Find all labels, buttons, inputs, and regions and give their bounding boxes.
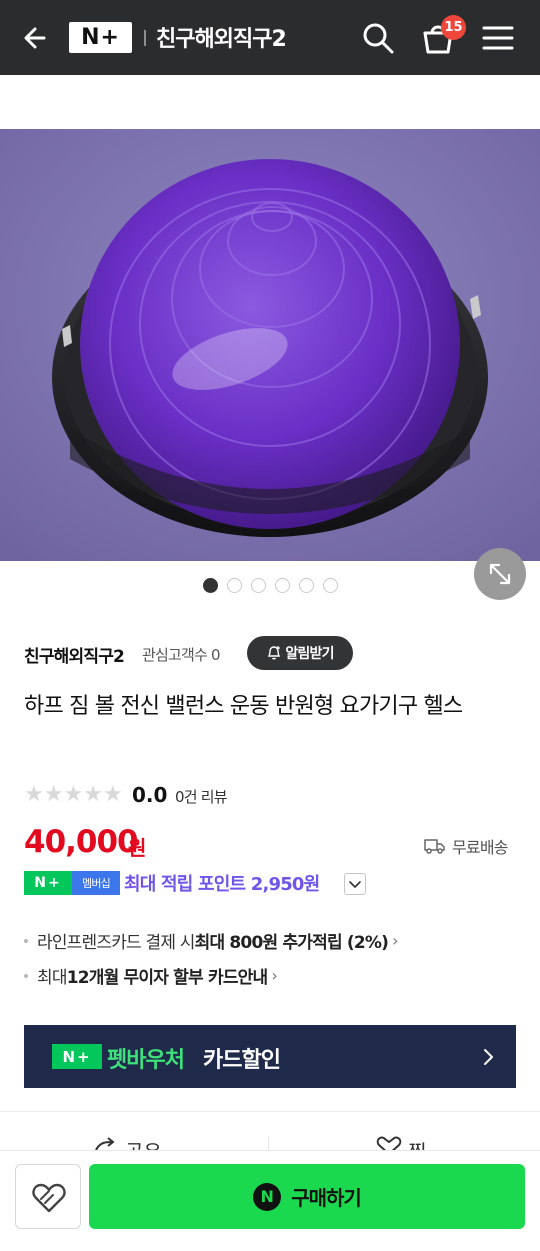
bell-plus-icon — [268, 646, 281, 660]
star-icon: ★ — [83, 782, 103, 807]
product-price: 40,000 — [24, 824, 139, 860]
alarm-label: 알림받기 — [285, 646, 334, 662]
store-title[interactable]: 친구해외직구2 — [156, 21, 287, 53]
benefit-text: 라인프렌즈카드 결제 시 — [37, 933, 195, 953]
benefit-highlight: 최대 800원 추가적립 (2%) — [194, 933, 389, 953]
shipping-label: 무료배송 — [452, 838, 508, 857]
product-image[interactable] — [0, 129, 540, 561]
buy-label: 구매하기 — [291, 1186, 362, 1210]
card-benefit-item[interactable]: 라인프렌즈카드 결제 시 최대 800원 추가적립 (2%) › — [24, 928, 398, 953]
follower-count: 관심고객수 0 — [142, 646, 221, 664]
max-points: 최대 적립 포인트 2,950원 — [124, 874, 320, 895]
naver-pay-icon: N — [253, 1182, 282, 1211]
top-navigation-bar: N+ 친구해외직구2 15 — [0, 0, 540, 75]
chevron-right-icon — [484, 1049, 493, 1065]
chevron-right-icon: › — [392, 931, 398, 950]
title-divider — [144, 30, 146, 46]
balance-ball-illustration — [0, 129, 540, 561]
voucher-label: 카드할인 — [203, 1048, 281, 1073]
pagination-dot-2[interactable] — [226, 578, 242, 593]
chevron-right-icon: › — [271, 966, 277, 985]
heart-icon — [32, 1183, 66, 1213]
np-logo: N+ — [52, 1044, 102, 1069]
bullet — [24, 938, 28, 943]
points-details-toggle[interactable] — [344, 873, 366, 895]
store-name[interactable]: 친구해외직구2 — [24, 642, 125, 667]
np-logo: N+ — [24, 871, 72, 895]
notification-subscribe-button[interactable]: 알림받기 — [247, 636, 353, 670]
pet-voucher-banner[interactable]: N+ 펫바우처 카드할인 — [24, 1025, 516, 1088]
search-icon[interactable] — [360, 20, 396, 56]
pagination-dot-4[interactable] — [274, 578, 290, 593]
benefit-highlight: 12개월 무이자 할부 카드안내 — [66, 968, 268, 988]
voucher-highlight: 펫바우처 — [107, 1048, 185, 1073]
delivery-truck-icon — [424, 839, 445, 854]
benefit-text: 최대 — [37, 968, 67, 988]
logo-text: N+ — [81, 25, 120, 50]
star-icon: ★ — [24, 782, 44, 807]
naver-plus-membership-badge: N+ 멤버십 — [24, 871, 120, 895]
gallery-pagination — [0, 578, 540, 596]
cart-count-badge: 15 — [441, 15, 466, 40]
hamburger-menu-icon[interactable] — [480, 20, 516, 56]
naver-plus-logo[interactable]: N+ — [69, 22, 132, 53]
installment-benefit-item[interactable]: 최대 12개월 무이자 할부 카드안내 › — [24, 963, 278, 988]
wishlist-heart-button[interactable] — [15, 1164, 81, 1229]
back-arrow-icon[interactable] — [18, 20, 54, 56]
star-icon: ★ — [63, 782, 84, 807]
buy-now-button[interactable]: N 구매하기 — [89, 1164, 525, 1229]
pagination-dot-6[interactable] — [322, 578, 338, 593]
pagination-dot-1[interactable] — [202, 578, 218, 593]
price-unit: 원 — [128, 836, 147, 860]
pagination-dot-5[interactable] — [298, 578, 314, 593]
product-title: 하프 짐 볼 전신 밸런스 운동 반원형 요가기구 헬스 — [24, 694, 463, 719]
shipping-info: 무료배송 — [424, 834, 508, 858]
star-icon: ★ — [43, 782, 64, 807]
chevron-down-icon — [349, 881, 361, 888]
star-rating: ★ ★ ★ ★ ★ — [24, 784, 123, 806]
membership-label: 멤버십 — [72, 871, 120, 895]
star-icon: ★ — [102, 782, 123, 807]
review-count-link[interactable]: 0건 리뷰 — [175, 786, 228, 807]
bullet — [24, 973, 28, 978]
rating-score: 0.0 — [132, 783, 168, 807]
pagination-dot-3[interactable] — [250, 578, 266, 593]
section-divider — [0, 1111, 540, 1112]
